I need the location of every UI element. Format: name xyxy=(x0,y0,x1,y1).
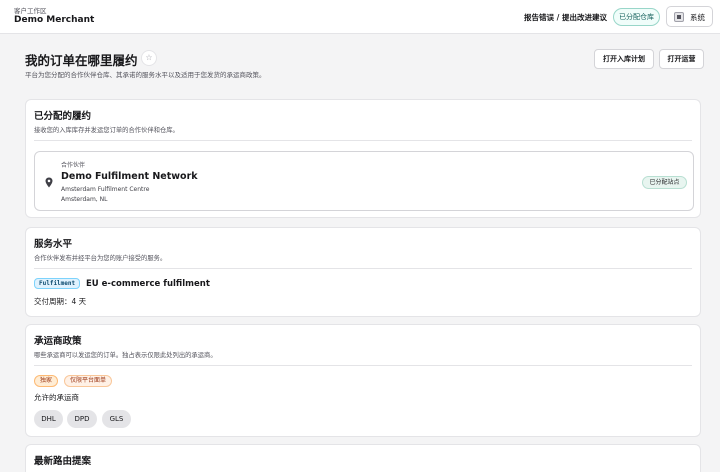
open-operations-button[interactable]: 打开运营 xyxy=(659,49,704,69)
platform-label-only-tag: 仅限平台面单 xyxy=(64,375,113,387)
divider xyxy=(34,268,692,269)
divider xyxy=(34,365,692,366)
exclusive-tag: 独家 xyxy=(34,375,59,387)
monitor-icon xyxy=(674,12,684,22)
partner-kicker: 合作伙伴 xyxy=(61,162,86,169)
partner-name: Demo Fulfilment Network xyxy=(61,171,198,182)
allowed-carriers-label: 允许的承运商 xyxy=(34,393,79,402)
card-description: 合作伙伴发布并经平台为您的账户接受的服务。 xyxy=(34,255,167,262)
favorite-star-button[interactable]: ☆ xyxy=(141,50,157,66)
assigned-fulfilment-card: 已分配的履约 接收您的入库库存并发运您订单的合作伙伴和仓库。 合作伙伴 Demo… xyxy=(25,99,701,218)
system-theme-button[interactable]: 系统 xyxy=(666,6,713,27)
map-pin-icon xyxy=(45,177,53,188)
assigned-site-badge: 已分配站点 xyxy=(642,176,687,189)
site-name: Amsterdam Fulfilment Centre xyxy=(61,186,150,193)
page-subtitle: 平台为您分配的合作伙伴仓库、其承诺的服务水平以及适用于您发货的承运商政策。 xyxy=(25,71,266,79)
open-inbound-plan-button[interactable]: 打开入库计划 xyxy=(594,49,654,69)
top-bar: 客户工作区 Demo Merchant 报告错误 / 提出改进建议 已分配仓库 … xyxy=(0,0,720,34)
system-label: 系统 xyxy=(690,13,705,22)
service-level-card: 服务水平 合作伙伴发布并经平台为您的账户接受的服务。 Fulfilment EU… xyxy=(25,227,701,317)
card-description: 哪些承运商可以发运您的订单。独占表示仅限此处列出的承运商。 xyxy=(34,352,217,359)
divider xyxy=(34,140,692,141)
partner-panel: 合作伙伴 Demo Fulfilment Network Amsterdam F… xyxy=(34,151,694,211)
card-title: 最新路由提案 xyxy=(34,456,92,467)
card-title: 已分配的履约 xyxy=(34,111,92,122)
carrier-policy-card: 承运商政策 哪些承运商可以发运您的订单。独占表示仅限此处列出的承运商。 独家 仅… xyxy=(25,324,701,437)
page-title: 我的订单在哪里履约 xyxy=(25,53,138,68)
carrier-chip-gls: GLS xyxy=(102,410,131,428)
routing-proposal-card: 最新路由提案 xyxy=(25,444,701,472)
card-description: 接收您的入库库存并发运您订单的合作伙伴和仓库。 xyxy=(34,127,179,134)
card-title: 承运商政策 xyxy=(34,336,82,347)
report-issue-link[interactable]: 报告错误 / 提出改进建议 xyxy=(524,12,607,23)
merchant-name[interactable]: Demo Merchant xyxy=(14,15,94,25)
card-title: 服务水平 xyxy=(34,239,73,250)
delivery-time: 交付周期：4 天 xyxy=(34,297,87,306)
fulfilment-tag: Fulfilment xyxy=(34,278,81,289)
carrier-chip-dpd: DPD xyxy=(67,410,97,428)
site-location: Amsterdam, NL xyxy=(61,196,108,203)
service-name: EU e-commerce fulfilment xyxy=(86,279,210,289)
workspace-label: 客户工作区 xyxy=(14,7,47,15)
carrier-chip-dhl: DHL xyxy=(34,410,63,428)
assigned-warehouse-button[interactable]: 已分配仓库 xyxy=(613,8,660,26)
